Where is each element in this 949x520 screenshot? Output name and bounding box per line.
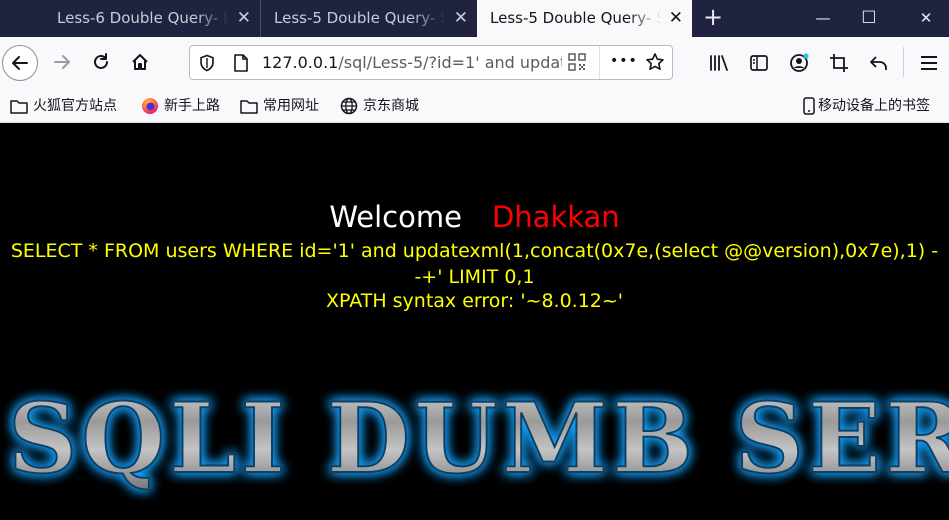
sql-query-text: SELECT * FROM users WHERE id='1' and upd…: [10, 240, 939, 288]
reload-icon: [94, 53, 108, 69]
forward-arrow-icon: [54, 55, 70, 69]
back-button[interactable]: [2, 45, 38, 81]
address-bar[interactable]: 127.0.0.1/sql/Less-5/?id=1' and updatexm…: [189, 45, 673, 80]
bookmark-label: 常用网址: [263, 98, 319, 114]
page-info-icon[interactable]: [232, 53, 250, 77]
forward-button[interactable]: [44, 44, 80, 80]
tab-title: Less-5 Double Query- Single: [490, 9, 662, 27]
star-icon[interactable]: [645, 52, 665, 76]
page-content: Welcome Dhakkan SELECT * FROM users WHERE…: [0, 124, 949, 520]
home-button[interactable]: [122, 44, 158, 80]
url-host: 127.0.0.1: [262, 53, 339, 72]
banner-text: SQLI DUMB SERIES: [8, 382, 949, 495]
back-arrow-icon: [12, 56, 28, 70]
window-close-button[interactable]: ✕: [903, 0, 949, 37]
tab-less-6[interactable]: Less-6 Double Query- Dual ✕: [44, 0, 260, 37]
folder-icon: [240, 98, 258, 114]
firefox-icon: [141, 97, 159, 115]
close-icon[interactable]: ✕: [454, 0, 468, 37]
navigation-toolbar: 127.0.0.1/sql/Less-5/?id=1' and updatexm…: [0, 37, 949, 89]
maximize-button[interactable]: ☐: [846, 0, 892, 37]
home-icon: [132, 54, 148, 70]
undo-icon[interactable]: [867, 51, 891, 75]
shield-icon[interactable]: [198, 54, 216, 76]
tab-title: Less-5 Double Query- Single: [274, 9, 446, 27]
library-icon[interactable]: [707, 51, 731, 75]
urlbar-divider: [599, 46, 600, 79]
bookmark-label: 京东商城: [363, 98, 419, 114]
screenshot-icon[interactable]: [827, 51, 851, 75]
folder-icon: [10, 98, 28, 114]
qr-code-icon[interactable]: [568, 53, 586, 75]
bookmark-item[interactable]: 火狐官方站点: [10, 89, 117, 123]
sidebar-icon[interactable]: [747, 51, 771, 75]
username-text: Dhakkan: [491, 200, 620, 234]
menu-icon[interactable]: [917, 51, 941, 75]
bookmarks-toolbar: 火狐官方站点 新手上路 常用网址 京东商城 移动设备上的书签: [0, 89, 949, 123]
mobile-bookmarks[interactable]: 移动设备上的书签: [803, 89, 930, 123]
globe-icon: [340, 97, 358, 115]
bookmark-label: 新手上路: [164, 98, 220, 114]
url-path: /sql/Less-5/?id=1' and updatexml(1,conca…: [338, 53, 562, 72]
minimize-button[interactable]: —: [800, 0, 846, 37]
toolbar-divider: [903, 47, 904, 77]
bookmark-item[interactable]: 新手上路: [141, 89, 220, 123]
new-tab-button[interactable]: +: [701, 0, 725, 37]
welcome-line: Welcome Dhakkan: [0, 200, 949, 234]
tab-strip: Less-6 Double Query- Dual ✕ Less-5 Doubl…: [0, 0, 949, 37]
bookmark-label: 火狐官方站点: [33, 98, 117, 114]
mobile-phone-icon: [803, 97, 815, 115]
welcome-text: Welcome: [329, 200, 462, 234]
mobile-bookmarks-label: 移动设备上的书签: [818, 98, 930, 114]
bookmark-item[interactable]: 京东商城: [340, 89, 419, 123]
url-text[interactable]: 127.0.0.1/sql/Less-5/?id=1' and updatexm…: [262, 46, 562, 79]
close-icon[interactable]: ✕: [669, 0, 683, 37]
xpath-error-text: XPATH syntax error: '~8.0.12~': [325, 290, 624, 312]
bookmark-item[interactable]: 常用网址: [240, 89, 319, 123]
sqli-dumb-series-banner: SQLI DUMB SERIES: [7, 382, 949, 496]
reload-button[interactable]: [83, 44, 119, 80]
account-icon[interactable]: [787, 51, 811, 75]
close-icon[interactable]: ✕: [237, 0, 251, 37]
tab-title: Less-6 Double Query- Dual: [57, 9, 229, 27]
page-actions-icon[interactable]: •••: [610, 46, 638, 77]
tab-less-5-first[interactable]: Less-5 Double Query- Single ✕: [260, 0, 477, 37]
tab-less-5-active[interactable]: Less-5 Double Query- Single ✕: [477, 0, 692, 37]
